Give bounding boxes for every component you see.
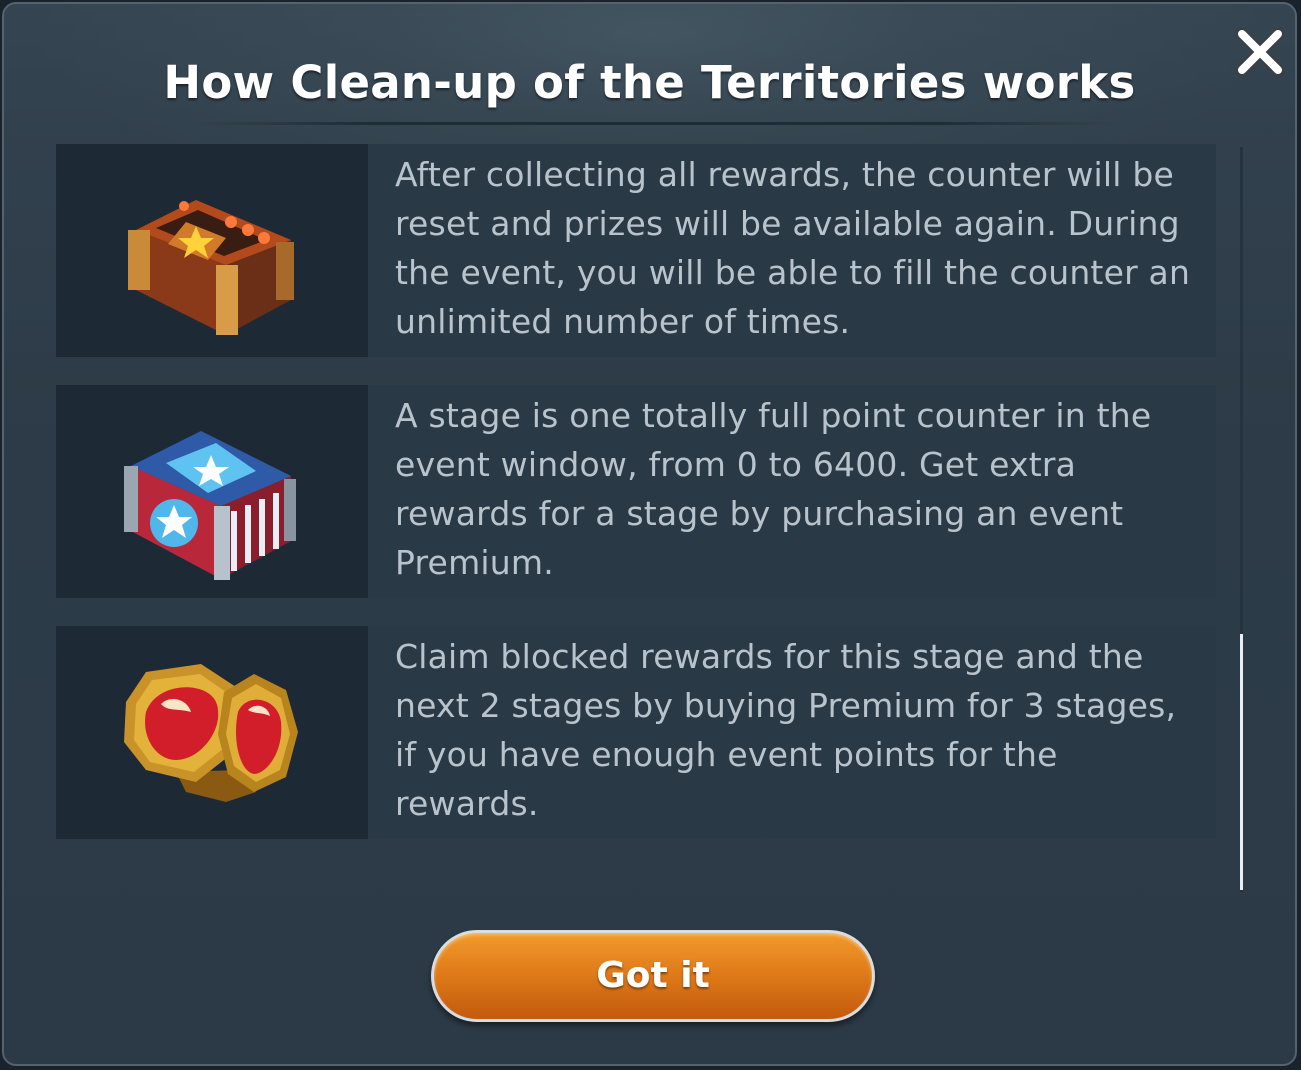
- card-description: Claim blocked rewards for this stage and…: [395, 637, 1177, 823]
- got-it-label: Got it: [596, 955, 710, 996]
- card-text-cell: After collecting all rewards, the counte…: [368, 144, 1216, 357]
- title-divider: [194, 122, 1114, 125]
- card-icon-cell: [56, 385, 368, 598]
- card-description: After collecting all rewards, the counte…: [395, 155, 1191, 341]
- gold-red-tokens-icon: [124, 664, 298, 802]
- orange-star-chest-icon: [128, 200, 294, 335]
- card-description: A stage is one totally full point counte…: [395, 396, 1152, 582]
- dialog-title: How Clean-up of the Territories works: [163, 56, 1136, 109]
- close-icon: [1236, 28, 1284, 76]
- stars-and-stripes-chest-icon: [124, 431, 296, 580]
- info-dialog: How Clean-up of the Territories works Af…: [2, 2, 1297, 1066]
- card-text-cell: Claim blocked rewards for this stage and…: [368, 626, 1216, 839]
- close-button[interactable]: [1232, 24, 1288, 80]
- info-card: A stage is one totally full point counte…: [56, 385, 1216, 598]
- card-icon-cell: [56, 144, 368, 357]
- info-list[interactable]: After collecting all rewards, the counte…: [56, 144, 1216, 889]
- info-card: Claim blocked rewards for this stage and…: [56, 626, 1216, 839]
- got-it-button[interactable]: Got it: [431, 930, 875, 1022]
- scrollbar-thumb[interactable]: [1240, 634, 1243, 890]
- card-text-cell: A stage is one totally full point counte…: [368, 385, 1216, 598]
- card-icon-cell: [56, 626, 368, 839]
- info-card: After collecting all rewards, the counte…: [56, 144, 1216, 357]
